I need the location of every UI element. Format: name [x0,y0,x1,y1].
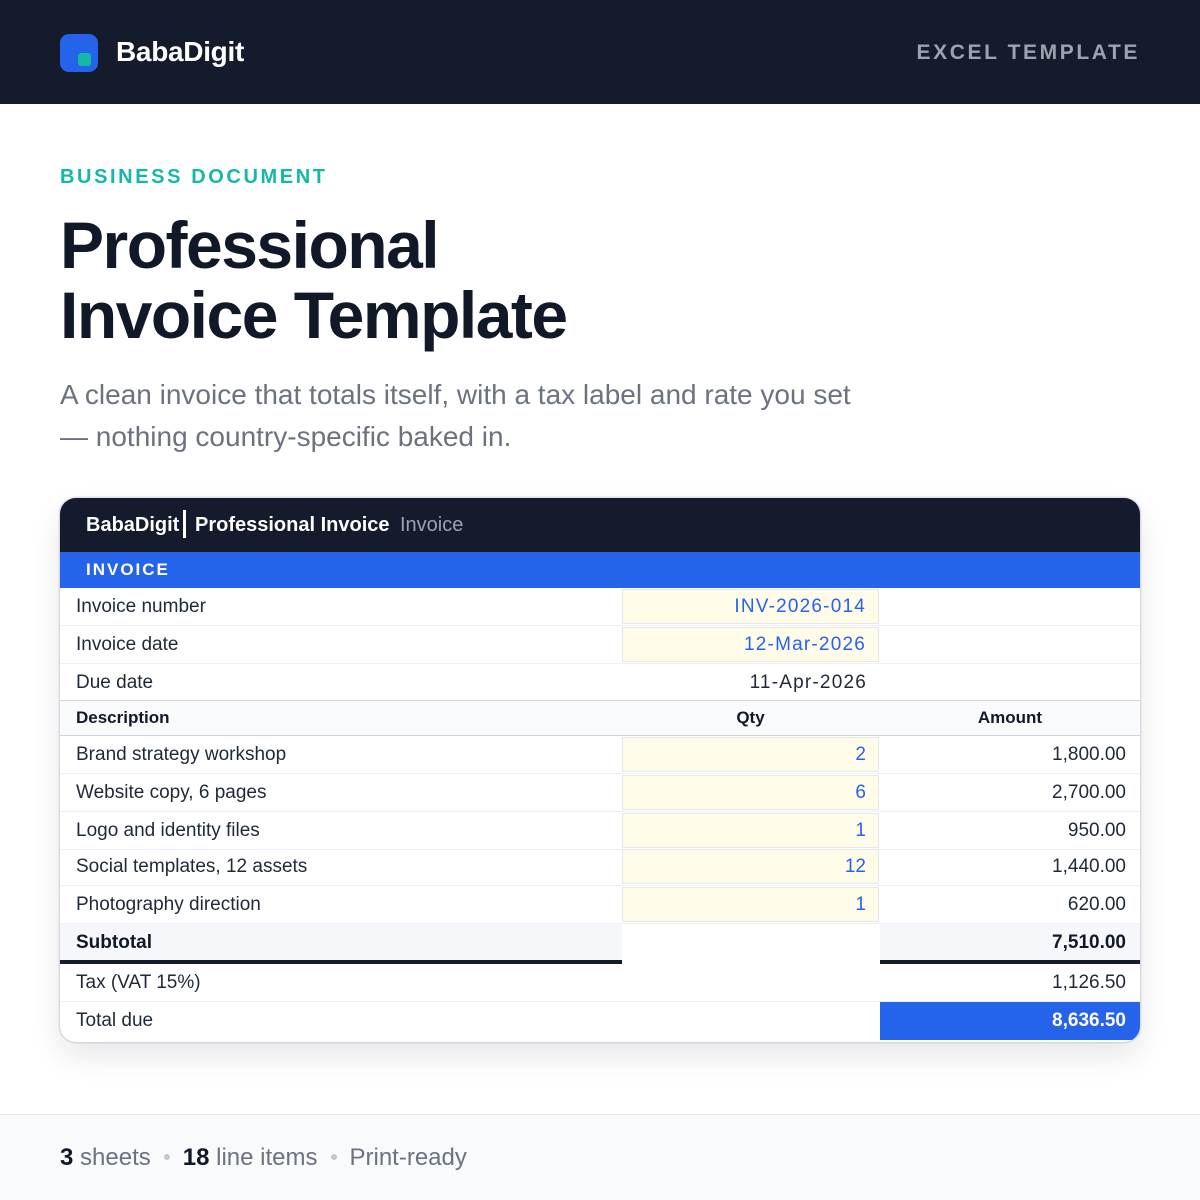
column-header-description: Description [76,708,170,727]
subtotal-label: Subtotal [76,932,152,953]
tax-row: Tax (VAT 15%) 1,126.50 [60,964,1140,1002]
qty-input[interactable]: 6 [622,775,879,810]
line-item-description: Social templates, 12 assets [76,856,308,877]
table-row: Social templates, 12 assets 12 1,440.00 [60,848,1140,886]
separator-dot [163,1153,170,1160]
qty-input[interactable]: 12 [622,849,879,884]
total-due-label: Total due [76,1010,154,1031]
separator-dot [330,1153,337,1160]
section-band: INVOICE [60,552,1140,588]
invoice-date-row: Invoice date 12-Mar-2026 [60,626,1140,664]
qty-input[interactable]: 1 [622,887,879,922]
invoice-date-label: Invoice date [76,634,179,655]
sheet-title: Professional Invoice [195,514,390,536]
qty-value: 1 [855,894,866,915]
line-item-description: Brand strategy workshop [76,744,287,765]
table-row: Brand strategy workshop 2 1,800.00 [60,736,1140,774]
table-row: Photography direction 1 620.00 [60,886,1140,924]
invoice-sheet-preview: BabaDigit Professional Invoice Invoice I… [60,498,1140,1042]
qty-input[interactable]: 2 [622,737,879,772]
line-items-label: line items [216,1144,318,1171]
tax-value: 1,126.50 [1052,972,1126,993]
qty-input[interactable]: 1 [622,813,879,848]
page-title-line-1: Professional [60,208,440,282]
footer-stats-bar: 3 sheets 18 line items Print-ready [0,1114,1200,1200]
sheet-header: BabaDigit Professional Invoice Invoice [60,498,1140,552]
square-logo-icon [60,34,98,72]
column-header-amount: Amount [977,708,1043,727]
line-item-amount: 950.00 [1067,820,1126,841]
page-title-line-2: Invoice Template [60,278,568,352]
invoice-date-input[interactable]: 12-Mar-2026 [622,627,879,662]
qty-value: 12 [844,856,866,877]
due-date-value: 11-Apr-2026 [749,672,867,693]
table-row: Logo and identity files 1 950.00 [60,812,1140,850]
brand-name: BabaDigit [116,36,244,67]
invoice-number-value: INV-2026-014 [734,596,866,617]
line-item-description: Photography direction [76,894,261,915]
invoice-number-label: Invoice number [76,596,206,617]
qty-value: 6 [855,782,866,803]
column-header-qty: Qty [736,708,765,727]
top-bar: BabaDigit EXCEL TEMPLATE [0,0,1200,104]
eyebrow-label: BUSINESS DOCUMENT [60,166,328,188]
sheet-brand: BabaDigit [86,514,180,536]
due-date-row: Due date 11-Apr-2026 [60,664,1140,702]
table-row: Website copy, 6 pages 6 2,700.00 [60,774,1140,812]
invoice-number-row: Invoice number INV-2026-014 [60,588,1140,626]
subtotal-row: Subtotal 7,510.00 [60,924,1140,962]
line-items-count: 18 [182,1144,210,1171]
due-date-cell: 11-Apr-2026 [622,664,879,702]
due-date-label: Due date [76,672,154,693]
sheets-count: 3 [60,1144,74,1171]
line-item-description: Website copy, 6 pages [76,782,267,803]
invoice-number-input[interactable]: INV-2026-014 [622,589,879,624]
print-ready-label: Print-ready [349,1144,467,1171]
qty-value: 2 [855,744,866,765]
subtotal-value: 7,510.00 [1052,932,1126,953]
sheet-name: Invoice [400,514,464,536]
page-title: Professional Invoice Template [60,210,960,350]
total-due-value: 8,636.50 [1052,1010,1126,1031]
line-item-amount: 2,700.00 [1052,782,1126,803]
tax-label: Tax (VAT 15%) [76,972,201,993]
column-header-row: Description Qty Amount [60,700,1140,736]
invoice-date-value: 12-Mar-2026 [744,634,866,655]
total-due-row: Total due 8,636.50 [60,1002,1140,1040]
sheets-label: sheets [80,1144,151,1171]
logo-dot [78,53,91,66]
qty-value: 1 [855,820,866,841]
section-band-label: INVOICE [86,560,170,579]
header-divider [183,510,186,538]
line-item-description: Logo and identity files [76,820,260,841]
total-due-cell: 8,636.50 [880,1002,1140,1040]
footer-stats: 3 sheets 18 line items Print-ready [60,1141,467,1175]
page-subtitle: A clean invoice that totals itself, with… [60,379,851,452]
line-item-amount: 1,440.00 [1052,856,1126,877]
line-item-amount: 1,800.00 [1052,744,1126,765]
line-item-amount: 620.00 [1067,894,1126,915]
template-type-label: EXCEL TEMPLATE [916,41,1140,64]
